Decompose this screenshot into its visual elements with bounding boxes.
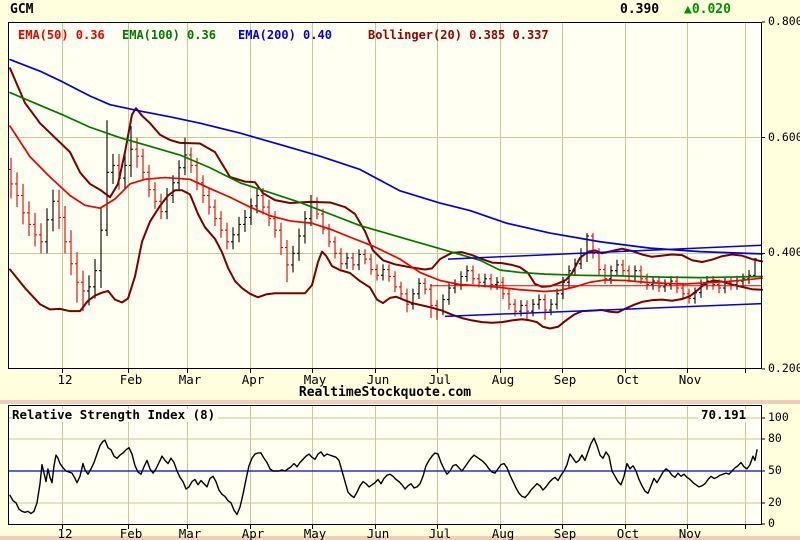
symbol-title: GCM (10, 2, 34, 17)
month-label: Nov (678, 372, 702, 387)
legend-bollinger: Bollinger(20) 0.385 0.337 (368, 28, 549, 42)
rsi-panel-title: Relative Strength Index (8) (12, 408, 219, 422)
month-label: Jul (428, 372, 452, 387)
price-axis-label: 0.200 (768, 361, 800, 375)
rsi-axis-label: 100 (768, 410, 789, 424)
last-price: 0.390 (620, 2, 660, 17)
rsi-month-label: Aug (491, 526, 515, 540)
rsi-month-label: 12 (57, 526, 73, 540)
rsi-last-value: 70.191 (698, 408, 747, 422)
price-axis-label: 0.600 (768, 129, 800, 144)
rsi-month-label: Sep (553, 526, 577, 540)
rsi-month-label: Oct (616, 526, 640, 540)
rsi-axis-label: 0 (768, 516, 775, 530)
chart-canvas (8, 21, 765, 529)
rsi-month-label: Nov (678, 526, 702, 540)
rsi-month-label: Mar (178, 526, 202, 540)
rsi-axis-label: 80 (768, 431, 782, 446)
month-label: Feb (119, 372, 143, 387)
panel-divider (0, 400, 800, 404)
rsi-axis-label: 50 (768, 463, 782, 477)
rsi-month-label: Apr (241, 526, 265, 540)
legend-ema200: EMA(200) 0.40 (238, 28, 332, 42)
watermark-link[interactable]: RealtimeStockquote.com (0, 386, 770, 399)
month-label: Jun (366, 372, 390, 387)
price-axis-label: 0.400 (768, 245, 800, 260)
rsi-month-label: Jul (428, 526, 452, 540)
legend-ema50: EMA(50) 0.36 (18, 28, 105, 42)
rsi-month-label: Feb (119, 526, 143, 540)
month-label: 12 (57, 372, 73, 387)
month-label: Apr (241, 372, 265, 387)
price-change: ▲0.020 (684, 2, 731, 17)
legend-ema100: EMA(100) 0.36 (122, 28, 216, 42)
month-label: Mar (178, 372, 202, 387)
month-label: Aug (491, 372, 515, 387)
month-label: Sep (553, 372, 577, 387)
rsi-month-label: Jun (366, 526, 390, 540)
rsi-month-label: May (303, 526, 327, 540)
rsi-axis-label: 20 (768, 494, 782, 509)
stock-chart-page: GCM 0.390 ▲0.020 EMA(50) 0.36 EMA(100) 0… (0, 0, 800, 540)
price-axis-label: 0.800 (768, 14, 800, 28)
price-panel-bg (8, 22, 762, 369)
month-label: May (303, 372, 327, 387)
rsi-panel-bg (8, 405, 762, 525)
month-label: Oct (616, 372, 640, 387)
